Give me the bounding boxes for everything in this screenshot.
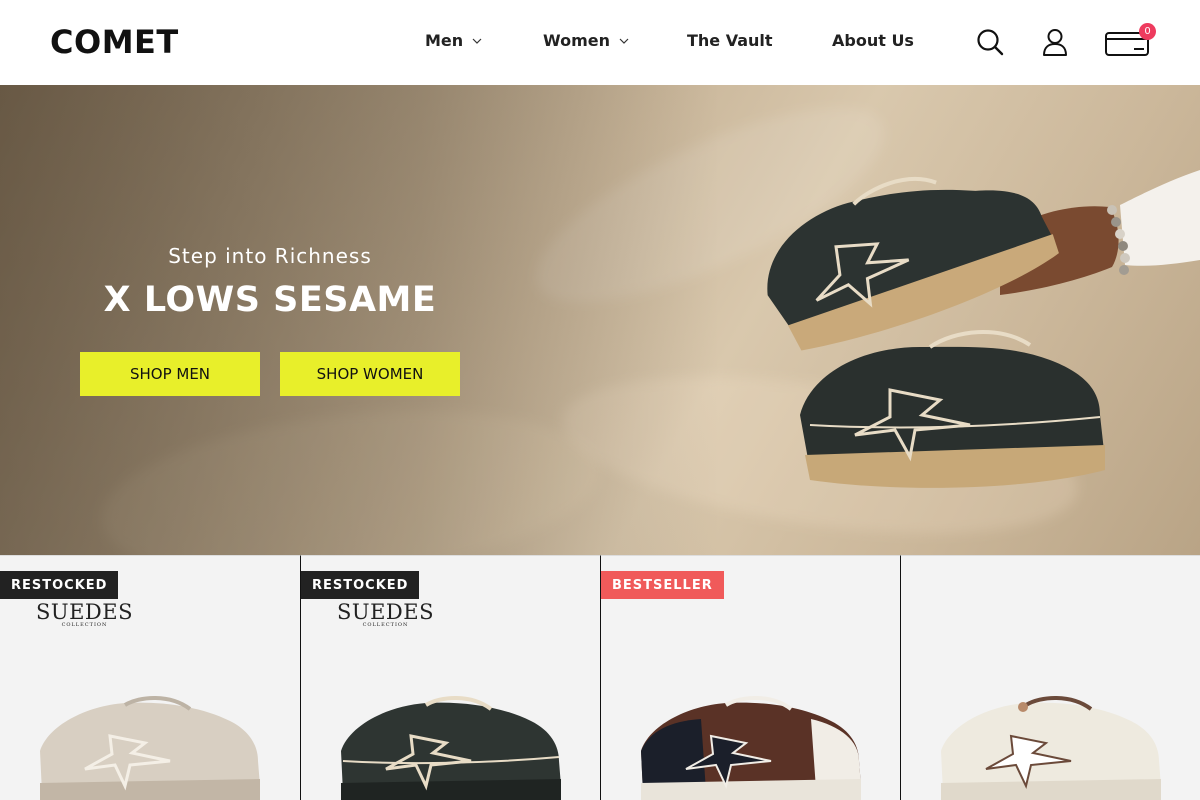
nav-label-women: Women [543,31,610,50]
user-icon [1043,29,1067,56]
brand-logo[interactable]: COMET [50,25,179,59]
product-card[interactable]: RESTOCKED SUEDES COLLECTION [300,555,600,800]
nav-item-the-vault[interactable]: The Vault [687,31,773,50]
collection-name: SUEDES [36,600,133,624]
sneaker-lower [800,330,1105,488]
chevron-down-icon [619,38,629,44]
search-button[interactable] [975,27,1005,57]
nav-item-men[interactable]: Men [425,31,482,50]
nav-item-about-us[interactable]: About Us [832,31,914,50]
logo-text: COMET [50,23,179,61]
product-card[interactable]: RESTOCKED SUEDES COLLECTION [0,555,300,800]
collection-logo: SUEDES COLLECTION [337,600,434,628]
product-image [941,696,1161,800]
product-card[interactable] [900,555,1200,800]
nav-label-men: Men [425,31,464,50]
chevron-down-icon [472,38,482,44]
shop-men-button[interactable]: SHOP MEN [80,352,260,396]
sneaker-upper [767,177,1059,351]
hero-title: X LOWS SESAME [103,280,437,320]
shop-women-button[interactable]: SHOP WOMEN [280,352,460,396]
product-image [641,696,861,800]
hero-banner: Step into Richness X LOWS SESAME SHOP ME… [0,85,1200,555]
nav-item-women[interactable]: Women [543,31,629,50]
nav-label-about-us: About Us [832,31,914,50]
site-header: COMET Men Women The Vault About Us 0 [0,0,1200,85]
product-grid: RESTOCKED SUEDES COLLECTION RESTOCKED SU… [0,555,1200,800]
product-image [40,696,260,800]
bestseller-badge: BESTSELLER [601,571,724,599]
collection-name: SUEDES [337,600,434,624]
cart-count-badge: 0 [1139,23,1156,40]
search-icon [977,29,1004,56]
restocked-badge: RESTOCKED [0,571,119,599]
product-card[interactable]: BESTSELLER [600,555,900,800]
collection-logo: SUEDES COLLECTION [36,600,133,628]
restocked-badge: RESTOCKED [301,571,420,599]
product-image [341,696,561,800]
hero-sneakers-image [767,170,1200,488]
nav-label-the-vault: The Vault [687,31,773,50]
hero-subtitle: Step into Richness [168,244,372,268]
account-button[interactable] [1040,27,1070,57]
